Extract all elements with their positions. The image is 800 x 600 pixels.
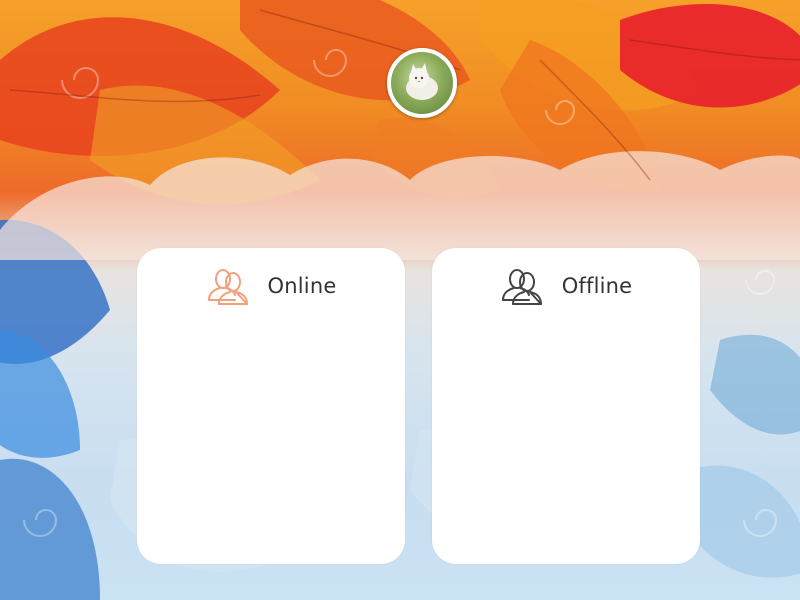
- users-icon: [206, 264, 252, 308]
- offline-panel-title: Offline: [561, 274, 633, 298]
- offline-user-list[interactable]: [448, 318, 684, 548]
- online-panel: Online: [137, 248, 405, 564]
- offline-panel-header: Offline: [432, 264, 700, 308]
- online-panel-header: Online: [137, 264, 405, 308]
- online-user-list[interactable]: [153, 318, 389, 548]
- users-icon-graphic: [501, 269, 542, 305]
- users-icon: [500, 264, 546, 308]
- online-panel-title: Online: [267, 274, 337, 298]
- cat-avatar-icon: [406, 63, 438, 100]
- offline-panel: Offline: [432, 248, 700, 564]
- user-avatar[interactable]: [387, 48, 457, 118]
- users-icon-graphic: [207, 269, 248, 305]
